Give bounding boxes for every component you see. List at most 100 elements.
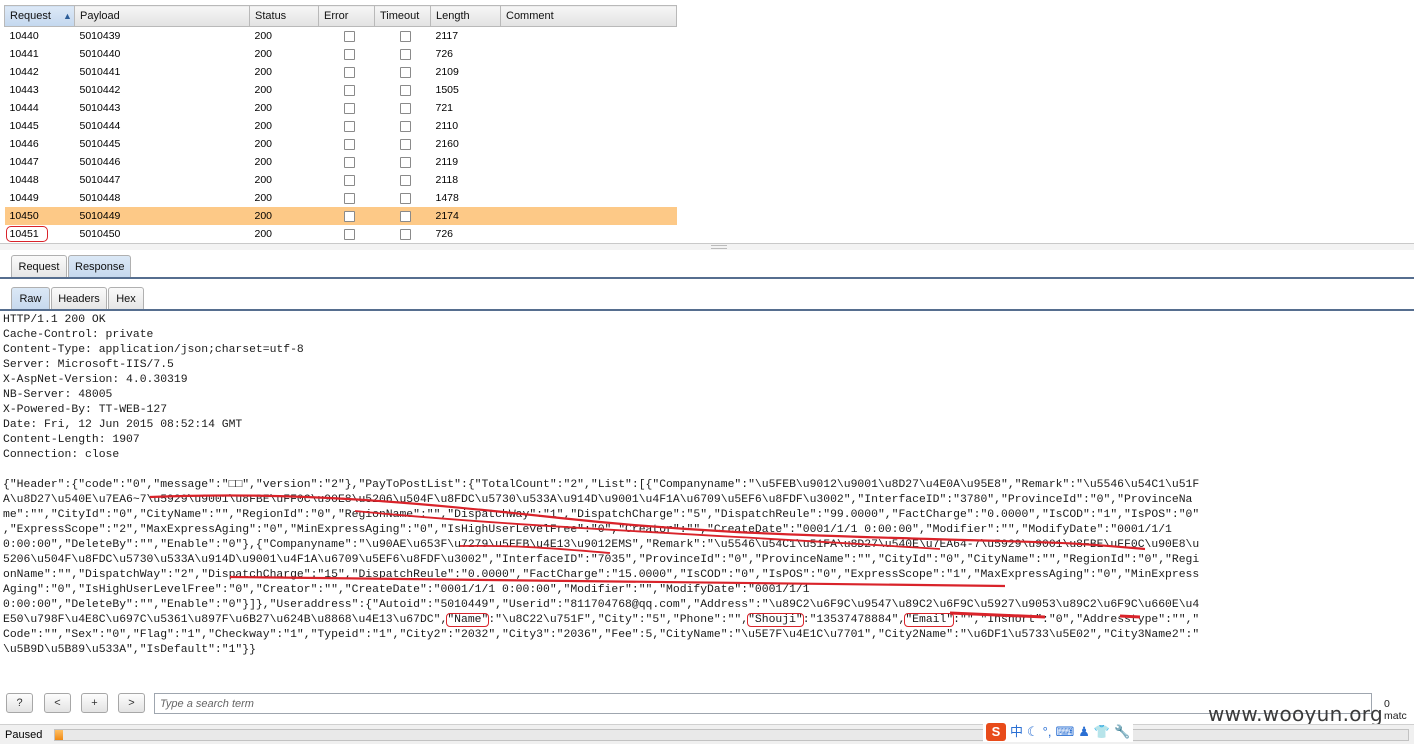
cell-timeout	[375, 117, 431, 135]
cell-payload-text: 5010443	[79, 102, 121, 114]
checkbox[interactable]	[343, 120, 355, 132]
checkbox[interactable]	[399, 210, 411, 222]
cell-length-text: 2110	[435, 120, 459, 132]
ime-logo-icon[interactable]: S	[986, 723, 1006, 741]
checkbox[interactable]	[399, 138, 411, 150]
checkbox[interactable]	[343, 210, 355, 222]
tab-request[interactable]: Request	[11, 255, 67, 277]
checkbox[interactable]	[399, 156, 411, 168]
table-row[interactable]: 10442 5010441 200 2109	[5, 63, 677, 81]
punctuation-icon[interactable]: °,	[1043, 723, 1052, 741]
checkbox[interactable]	[343, 228, 355, 240]
table-row[interactable]: 10448 5010447 200 2118	[5, 171, 677, 189]
cell-error	[319, 225, 375, 243]
checkbox[interactable]	[343, 138, 355, 150]
column-header-status[interactable]: Status	[249, 5, 319, 27]
tab-headers[interactable]: Headers	[51, 287, 107, 309]
table-row[interactable]: 10447 5010446 200 2119	[5, 153, 677, 171]
tab-raw[interactable]: Raw	[11, 287, 50, 309]
cell-status-text: 200	[254, 30, 273, 42]
checkbox[interactable]	[399, 174, 411, 186]
checkbox[interactable]	[399, 66, 411, 78]
annotation-circle: "Name"	[446, 613, 490, 627]
cell-comment	[501, 63, 677, 81]
column-header-comment[interactable]: Comment	[500, 5, 677, 27]
cell-length-text: 2160	[435, 138, 459, 150]
table-row[interactable]: 10443 5010442 200 1505	[5, 81, 677, 99]
checkbox[interactable]	[343, 30, 355, 42]
cell-status-text: 200	[254, 210, 273, 222]
search-input[interactable]	[154, 693, 1372, 714]
table-row[interactable]: 10441 5010440 200 726	[5, 45, 677, 63]
checkbox[interactable]	[399, 102, 411, 114]
cell-error	[319, 117, 375, 135]
checkbox[interactable]	[343, 84, 355, 96]
column-header-payload[interactable]: Payload	[74, 5, 250, 27]
checkbox[interactable]	[343, 48, 355, 60]
ime-toolbar: S 中 ☾ °, ⌨ ♟ 👕 🔧	[983, 722, 1134, 742]
cell-payload: 5010440	[75, 45, 250, 63]
help-button[interactable]: ?	[6, 693, 33, 713]
checkbox[interactable]	[399, 48, 411, 60]
keyboard-icon[interactable]: ⌨	[1055, 723, 1074, 741]
column-header-error[interactable]: Error	[318, 5, 375, 27]
shirt-icon[interactable]: 👕	[1094, 723, 1110, 741]
response-line: onName":"","DispatchWay":"2","DispatchCh…	[3, 569, 1200, 581]
status-text: Paused	[5, 729, 43, 741]
cell-payload: 5010448	[75, 189, 250, 207]
cell-error	[319, 99, 375, 117]
table-row[interactable]: 10444 5010443 200 721	[5, 99, 677, 117]
user-icon[interactable]: ♟	[1078, 723, 1090, 741]
cell-length-text: 1505	[435, 84, 459, 96]
checkbox[interactable]	[343, 174, 355, 186]
checkbox[interactable]	[343, 156, 355, 168]
previous-match-button[interactable]: <	[44, 693, 71, 713]
cell-request: 10448	[5, 171, 75, 189]
checkbox[interactable]	[399, 84, 411, 96]
table-row[interactable]: 10451 5010450 200 726	[5, 225, 677, 243]
request-response-tabbar: Request Response	[0, 250, 1414, 280]
checkbox[interactable]	[343, 192, 355, 204]
response-line: ,"ExpressScope":"2","MaxExpressAging":"0…	[3, 524, 1172, 536]
column-header-request[interactable]: Request ▲	[4, 5, 75, 27]
table-row[interactable]: 10449 5010448 200 1478	[5, 189, 677, 207]
cell-error	[319, 45, 375, 63]
add-button[interactable]: +	[81, 693, 108, 713]
checkbox[interactable]	[399, 192, 411, 204]
cell-payload: 5010449	[74, 207, 250, 225]
response-line: Aging":"0","IsHighUserLevelFree":"0","Cr…	[3, 584, 810, 596]
cell-comment	[501, 45, 677, 63]
table-row[interactable]: 10450 5010449 200 2174	[4, 207, 677, 225]
raw-response-text[interactable]: HTTP/1.1 200 OK Cache-Control: private Con…	[3, 313, 1408, 685]
checkbox[interactable]	[399, 228, 411, 240]
table-row[interactable]: 10445 5010444 200 2110	[5, 117, 677, 135]
cell-request: 10449	[5, 189, 75, 207]
checkbox[interactable]	[343, 66, 355, 78]
view-tabbar-underline	[0, 309, 1414, 311]
cell-payload: 5010446	[75, 153, 250, 171]
table-row[interactable]: 10440 5010439 200 2117	[5, 27, 677, 46]
wrench-icon[interactable]: 🔧	[1114, 723, 1130, 741]
ime-mode-icon[interactable]: 中	[1010, 723, 1023, 741]
cell-error	[319, 153, 375, 171]
cell-comment	[501, 81, 677, 99]
checkbox[interactable]	[399, 30, 411, 42]
column-header-length[interactable]: Length	[430, 5, 501, 27]
tab-hex[interactable]: Hex	[108, 287, 144, 309]
cell-request: 10450	[4, 207, 75, 225]
table-row[interactable]: 10446 5010445 200 2160	[5, 135, 677, 153]
cell-status: 200	[250, 135, 319, 153]
checkbox[interactable]	[343, 102, 355, 114]
moon-icon[interactable]: ☾	[1027, 723, 1039, 741]
column-header-timeout[interactable]: Timeout	[374, 5, 431, 27]
cell-status: 200	[249, 207, 319, 225]
cell-payload: 5010444	[75, 117, 250, 135]
cell-payload-text: 5010447	[79, 174, 121, 186]
splitter-grip-icon[interactable]	[711, 245, 727, 249]
cell-status: 200	[250, 45, 319, 63]
checkbox[interactable]	[399, 120, 411, 132]
next-match-button[interactable]: >	[118, 693, 145, 713]
tab-response[interactable]: Response	[68, 255, 131, 277]
cell-timeout	[375, 225, 431, 243]
cell-request-text: 10450	[9, 210, 39, 222]
